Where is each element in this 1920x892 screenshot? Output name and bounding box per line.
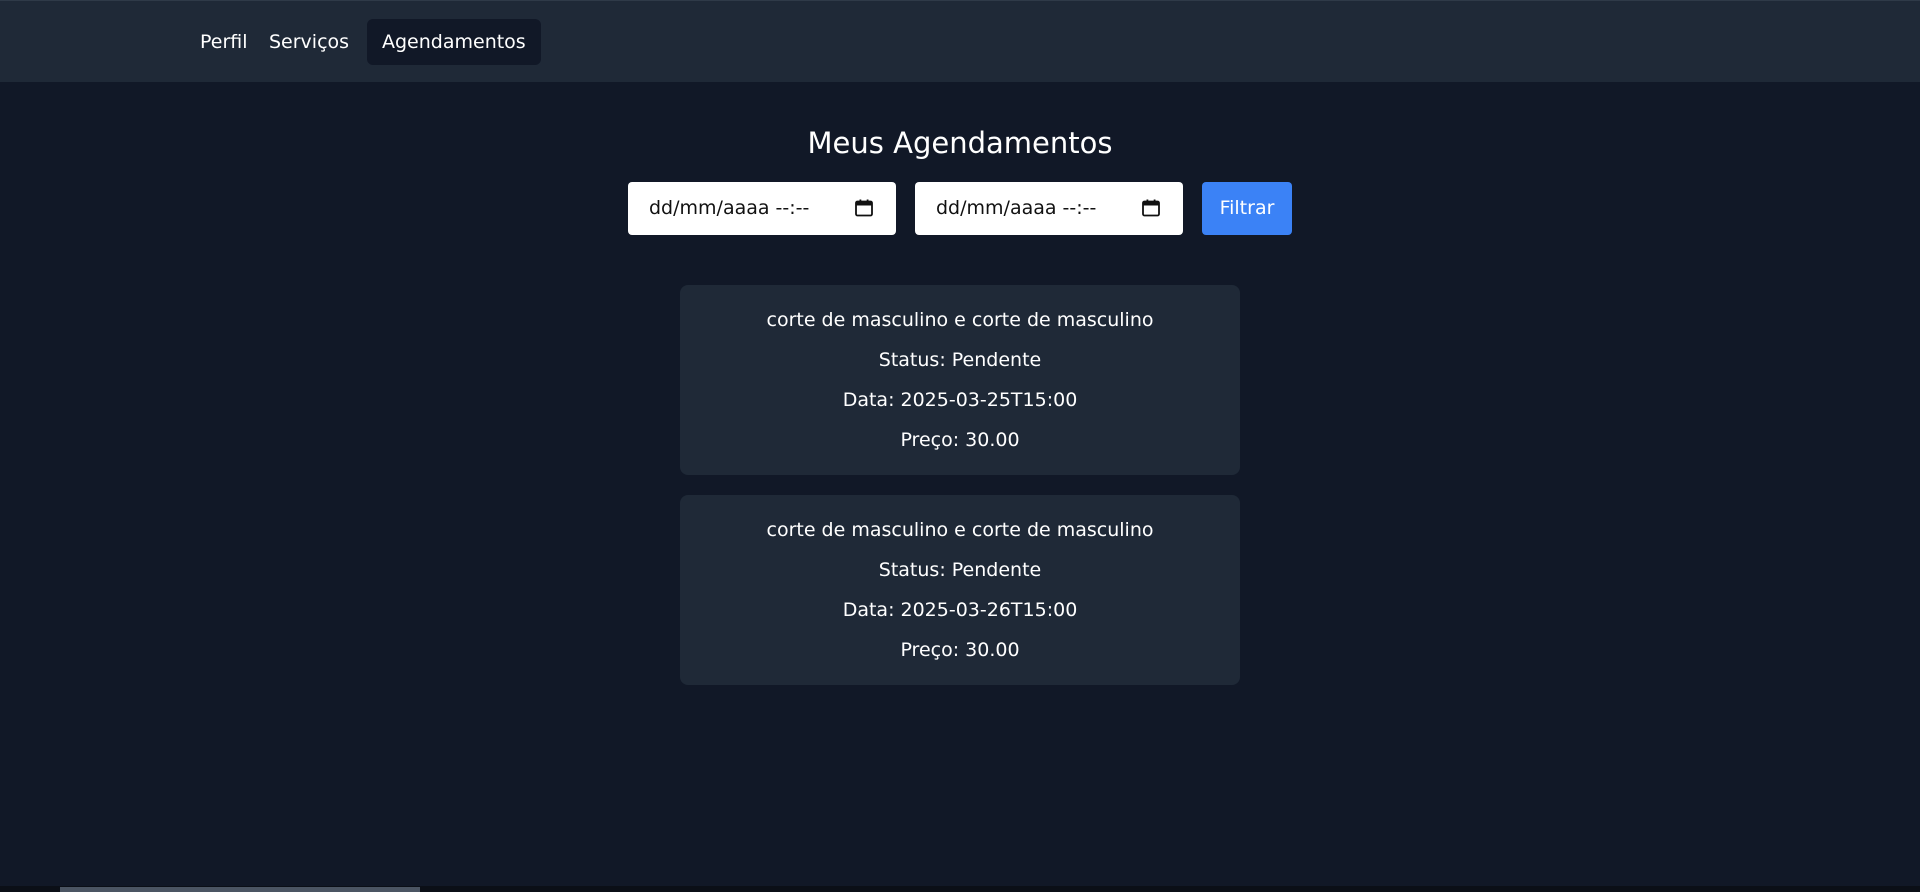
date-from-value: dd/mm/aaaa --:-- <box>649 197 810 219</box>
appointment-service: corte de masculino e corte de masculino <box>766 309 1154 331</box>
appointment-date: Data: 2025-03-26T15:00 <box>842 599 1078 621</box>
date-from-input[interactable]: dd/mm/aaaa --:-- <box>628 182 896 235</box>
appointment-status: Status: Pendente <box>878 559 1042 581</box>
nav-item-perfil[interactable]: Perfil <box>200 19 248 65</box>
top-navbar: Perfil Serviços Agendamentos <box>0 0 1920 82</box>
nav-item-servicos[interactable]: Serviços <box>269 19 349 65</box>
calendar-icon[interactable] <box>1141 198 1161 218</box>
appointment-card: corte de masculino e corte de masculino … <box>680 285 1240 475</box>
appointment-service: corte de masculino e corte de masculino <box>766 519 1154 541</box>
calendar-icon[interactable] <box>854 198 874 218</box>
appointment-date: Data: 2025-03-25T15:00 <box>842 389 1078 411</box>
nav-item-agendamentos[interactable]: Agendamentos <box>367 19 541 65</box>
appointment-price: Preço: 30.00 <box>900 639 1020 661</box>
appointment-card: corte de masculino e corte de masculino … <box>680 495 1240 685</box>
appointment-status: Status: Pendente <box>878 349 1042 371</box>
scrollbar-thumb[interactable] <box>60 887 420 892</box>
filter-button[interactable]: Filtrar <box>1202 182 1292 235</box>
appointment-price: Preço: 30.00 <box>900 429 1020 451</box>
page-title: Meus Agendamentos <box>807 126 1113 160</box>
page: Perfil Serviços Agendamentos Meus Agenda… <box>0 0 1920 892</box>
date-to-value: dd/mm/aaaa --:-- <box>936 197 1097 219</box>
date-to-input[interactable]: dd/mm/aaaa --:-- <box>915 182 1183 235</box>
